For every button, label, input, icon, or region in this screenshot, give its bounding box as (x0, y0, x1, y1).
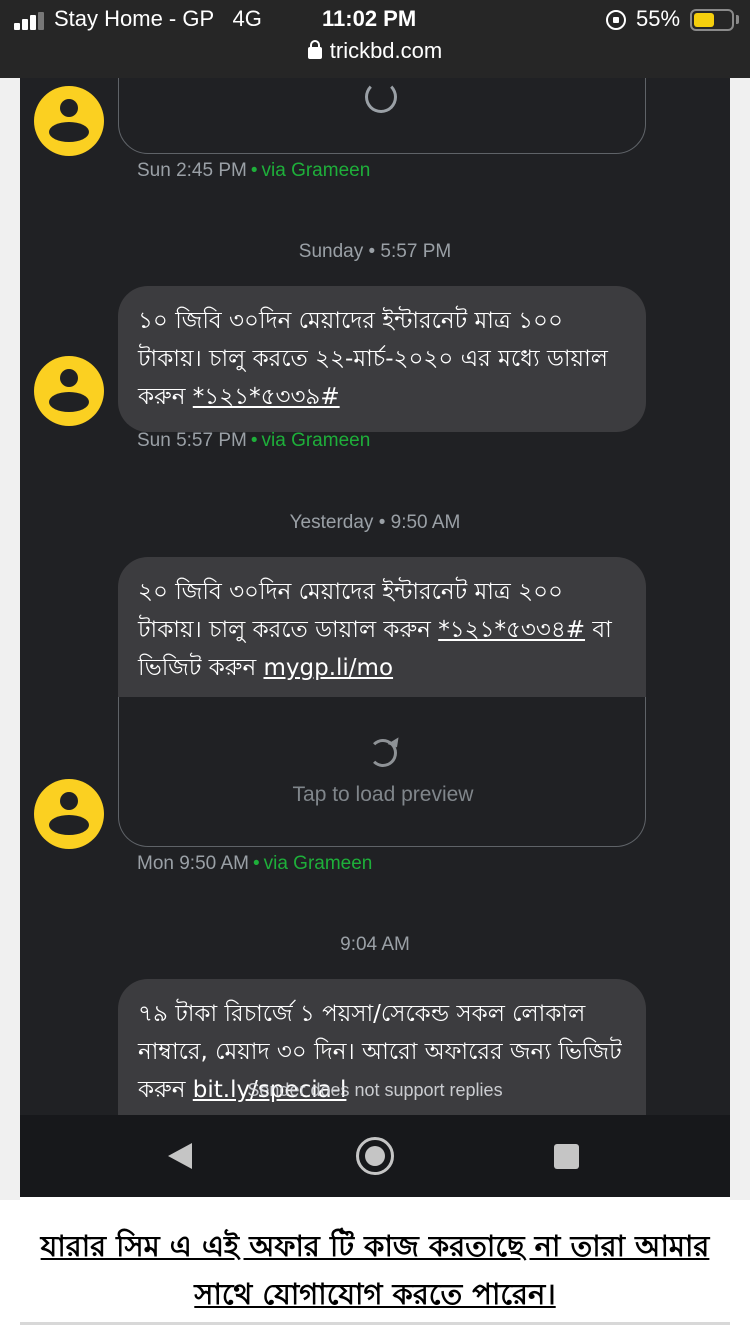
date-separator: Yesterday • 9:50 AM (289, 512, 461, 533)
message-meta: Sun 5:57 PM • via Grameen (137, 430, 370, 452)
battery-icon (690, 9, 734, 31)
separator-dot: • (252, 853, 260, 874)
sender-avatar[interactable] (34, 86, 104, 156)
frame-border-left (0, 78, 20, 1200)
caption-text: যারার সিম এ এই অফার টি কাজ করতাছে না তার… (40, 1229, 710, 1311)
home-icon[interactable] (356, 1137, 394, 1175)
status-bar: Stay Home - GP 4G 11:02 PM 55% trickbd.c… (0, 0, 750, 78)
separator-dot: • (250, 160, 258, 181)
carrier-label: Stay Home - GP 4G (54, 6, 262, 31)
avatar-head (60, 369, 78, 387)
battery-tip (736, 15, 739, 24)
signal-icon (14, 12, 48, 30)
url-bar[interactable]: trickbd.com (0, 38, 750, 64)
link-preview-card[interactable] (118, 78, 646, 154)
message-meta: Sun 2:45 PM • via Grameen (137, 160, 370, 182)
sender-avatar[interactable] (34, 779, 104, 849)
message-thread[interactable]: Sun 2:45 PM • via Grameen Sunday • 5:57 PM… (20, 78, 730, 1115)
link-preview-card[interactable]: Tap to load preview (118, 697, 646, 847)
date-separator: Sunday • 5:57 PM (298, 241, 452, 262)
avatar-head (60, 99, 78, 117)
message-text: ২০ জিবি ৩০দিন মেয়াদের ইন্টারনেট মাত্র ২… (138, 579, 612, 681)
recent-apps-icon[interactable] (554, 1144, 579, 1169)
sender-avatar[interactable] (34, 356, 104, 426)
url-text: trickbd.com (329, 38, 443, 63)
avatar-head (60, 792, 78, 810)
avatar-body (49, 122, 89, 142)
divider (20, 1322, 730, 1325)
frame-border-right (730, 78, 750, 1200)
message-meta: Mon 9:50 AM • via Grameen (137, 853, 372, 875)
orientation-lock-icon (606, 10, 626, 30)
date-separator: 9:04 AM (340, 934, 410, 955)
web-link[interactable]: mygp.li/mo (264, 655, 394, 681)
tap-to-load-preview[interactable]: Tap to load preview (119, 783, 647, 807)
lock-icon (307, 40, 322, 59)
via-label: via Grameen (263, 853, 373, 874)
navigation-bar (20, 1115, 730, 1197)
back-icon[interactable] (168, 1143, 192, 1169)
message-timestamp: Sun 5:57 PM (137, 430, 247, 451)
dial-code-link[interactable]: *১২১*৫৩৩৯# (193, 384, 340, 410)
message-bubble[interactable]: ২০ জিবি ৩০দিন মেয়াদের ইন্টারনেট মাত্র ২… (118, 557, 646, 703)
clock: 11:02 PM (322, 6, 417, 31)
message-timestamp: Mon 9:50 AM (137, 853, 249, 874)
via-label: via Grameen (261, 430, 371, 451)
loading-spinner-icon (365, 81, 397, 113)
battery-percentage: 55% (636, 6, 681, 31)
message-bubble[interactable]: ১০ জিবি ৩০দিন মেয়াদের ইন্টারনেট মাত্র ১… (118, 286, 646, 432)
message-text: ১০ জিবি ৩০দিন মেয়াদের ইন্টারনেট মাত্র ১… (138, 308, 608, 410)
refresh-icon (369, 739, 397, 767)
dial-code-link[interactable]: *১২১*৫৩৩৪# (438, 617, 585, 643)
avatar-body (49, 392, 89, 412)
via-label: via Grameen (261, 160, 371, 181)
separator-dot: • (250, 430, 258, 451)
no-reply-notice: Sender does not support replies (247, 1080, 503, 1100)
avatar-body (49, 815, 89, 835)
message-timestamp: Sun 2:45 PM (137, 160, 247, 181)
battery-level (694, 13, 714, 27)
